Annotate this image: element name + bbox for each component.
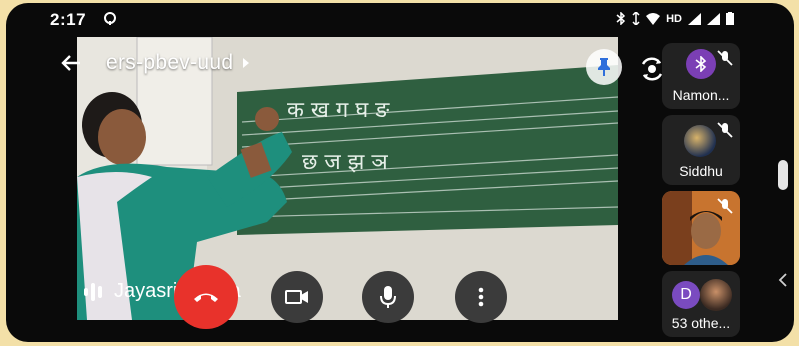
mic-button[interactable] — [362, 271, 414, 323]
board-row-2: छ ज झ ञ — [302, 150, 388, 175]
pin-button[interactable] — [586, 49, 622, 85]
blackboard — [237, 65, 618, 235]
participant-tile[interactable] — [662, 191, 740, 265]
chevron-right-icon[interactable] — [243, 58, 250, 68]
signal-icon-2 — [707, 12, 720, 25]
videocam-icon — [285, 290, 308, 304]
pin-icon — [598, 58, 610, 76]
mic-off-icon — [717, 122, 733, 138]
bluetooth-icon — [695, 56, 707, 72]
notification-icon — [104, 12, 116, 25]
participant-tile-others[interactable]: D 53 othe... — [662, 271, 740, 337]
backdrop: 2:17 HD क ख ग घ ङ छ ज झ ञ ers-pbev-uud J… — [0, 0, 799, 346]
mic-off-icon — [717, 50, 733, 66]
signal-icon — [688, 12, 701, 25]
network-label: HD — [666, 12, 682, 25]
hangup-button[interactable] — [174, 265, 238, 329]
status-bar: 2:17 HD — [6, 3, 794, 33]
participant-name: 53 othe... — [671, 315, 731, 331]
arrow-left-icon — [61, 55, 80, 71]
system-icons: HD — [616, 12, 734, 25]
mic-off-icon — [717, 198, 733, 214]
avatar — [700, 279, 732, 311]
audio-level-icon — [84, 282, 102, 301]
avatar — [686, 49, 716, 79]
battery-icon — [726, 12, 734, 25]
avatar: D — [672, 281, 700, 309]
more-options-button[interactable] — [455, 271, 507, 323]
main-video[interactable]: क ख ग घ ङ छ ज झ ञ — [77, 37, 618, 320]
camera-button[interactable] — [271, 271, 323, 323]
chevron-left-icon[interactable] — [778, 273, 788, 287]
meeting-code[interactable]: ers-pbev-uud — [106, 51, 233, 75]
video-frame: क ख ग घ ङ छ ज झ ञ — [77, 37, 618, 320]
vibrate-icon — [632, 12, 640, 25]
phone-hangup-icon — [194, 293, 218, 302]
wifi-icon — [646, 12, 661, 25]
bluetooth-icon — [616, 12, 626, 25]
mic-icon — [380, 286, 396, 308]
scrollbar[interactable] — [778, 160, 788, 190]
participant-tile[interactable]: Siddhu — [662, 115, 740, 185]
board-row-1: क ख ग घ ङ — [287, 98, 390, 123]
status-time: 2:17 — [50, 10, 87, 29]
phone-screen: 2:17 HD क ख ग घ ङ छ ज झ ञ ers-pbev-uud J… — [6, 3, 794, 342]
back-button[interactable] — [56, 48, 86, 78]
meeting-top-bar: ers-pbev-uud — [56, 48, 250, 78]
avatar-letter: D — [680, 286, 692, 303]
avatar — [684, 125, 716, 157]
participant-name: Namon... — [672, 87, 730, 103]
participant-tile[interactable]: Namon... — [662, 43, 740, 109]
participant-name: Siddhu — [679, 163, 723, 179]
more-vert-icon — [478, 287, 484, 307]
